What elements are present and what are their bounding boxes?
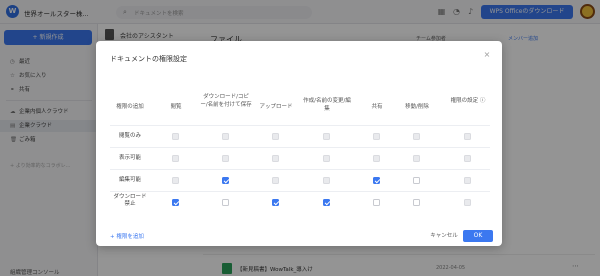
row-label: 編集可能 <box>118 177 141 183</box>
permission-dialog: ドキュメントの権限設定 × 権限の追加 閲覧 ダウンロード/コピー/名前を付けて… <box>96 41 502 246</box>
permission-checkbox <box>222 133 229 140</box>
table-row: 編集可能 <box>110 169 490 191</box>
row-label: 閲覧のみ <box>118 133 141 139</box>
add-permission-button[interactable]: + 権限を追加 <box>110 232 144 240</box>
permission-checkbox[interactable] <box>222 199 229 206</box>
close-icon[interactable]: × <box>482 50 492 60</box>
permission-checkbox <box>172 155 179 162</box>
permission-checkbox <box>464 155 471 162</box>
permission-checkbox <box>272 133 279 140</box>
permission-checkbox <box>373 155 380 162</box>
table-row: 表示可能 <box>110 147 490 169</box>
permission-checkbox <box>222 155 229 162</box>
permission-checkbox <box>323 155 330 162</box>
permission-checkbox <box>464 133 471 140</box>
permission-checkbox[interactable] <box>373 199 380 206</box>
table-row: ダウンロード 禁止 <box>110 191 490 213</box>
table-row: 閲覧のみ <box>110 125 490 147</box>
ok-button[interactable]: OK <box>463 230 493 242</box>
permission-checkbox[interactable] <box>373 177 380 184</box>
permission-checkbox[interactable] <box>323 199 330 206</box>
permission-checkbox[interactable] <box>172 199 179 206</box>
permission-checkbox <box>413 133 420 140</box>
permission-checkbox <box>464 177 471 184</box>
permission-checkbox <box>323 177 330 184</box>
permission-checkbox <box>413 155 420 162</box>
column-header: ダウンロード/コピー/名前を付けて保存 <box>200 94 252 108</box>
permission-checkbox <box>272 177 279 184</box>
permission-checkbox <box>172 133 179 140</box>
permission-checkbox <box>464 199 471 206</box>
permission-checkbox[interactable] <box>272 199 279 206</box>
permission-checkbox <box>172 177 179 184</box>
permission-checkbox <box>373 133 380 140</box>
row-label: ダウンロード 禁止 <box>113 194 147 207</box>
permission-checkbox[interactable] <box>413 199 420 206</box>
permission-checkbox[interactable] <box>413 177 420 184</box>
dialog-title: ドキュメントの権限設定 <box>110 55 187 63</box>
cancel-button[interactable]: キャンセル <box>428 230 460 242</box>
permission-checkbox[interactable] <box>222 177 229 184</box>
permission-checkbox <box>323 133 330 140</box>
permission-checkbox <box>272 155 279 162</box>
row-label: 表示可能 <box>118 155 141 161</box>
